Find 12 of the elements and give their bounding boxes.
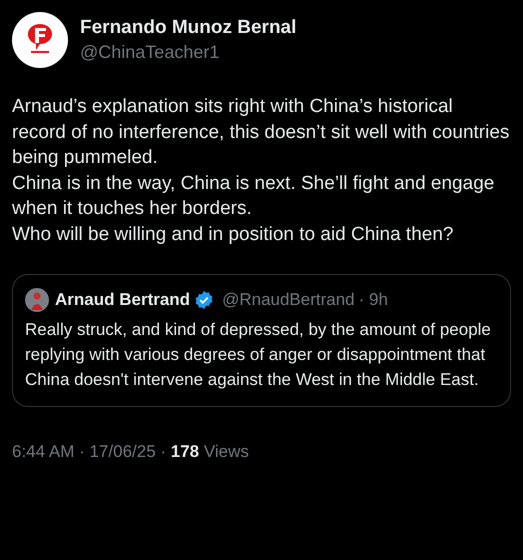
post-text-paragraph: Arnaud’s explanation sits right with China’s historical record of no interference, this doesn’t sit well with countries being pummeled. [12,95,510,170]
quoted-author-handle: @RnaudBertrand [222,289,355,311]
author-handle: @ChinaTeacher1 [80,41,220,64]
quoted-author-name: Arnaud Bertrand [55,289,190,311]
avatar-icon [25,288,49,312]
post-text-paragraph: Who will be willing and in position to aid China then? [12,222,454,246]
quoted-post-text: Really struck, and kind of depressed, by the amount of people replying with various degrees of anger or disappointment that China doesn't intervene against the West in the Middle East. [25,318,492,390]
author-name: Fernando Munoz Bernal [80,16,296,40]
avatar-logo-icon [12,12,68,68]
post-text-paragraph: China is in the way, China is next. She’ll fight and engage when it touches her borders. [12,172,496,221]
quoted-post-time: · 9h [358,289,388,311]
post-timestamp-views: 6:44 AM · 17/06/25 · 178 Views [11,440,250,462]
